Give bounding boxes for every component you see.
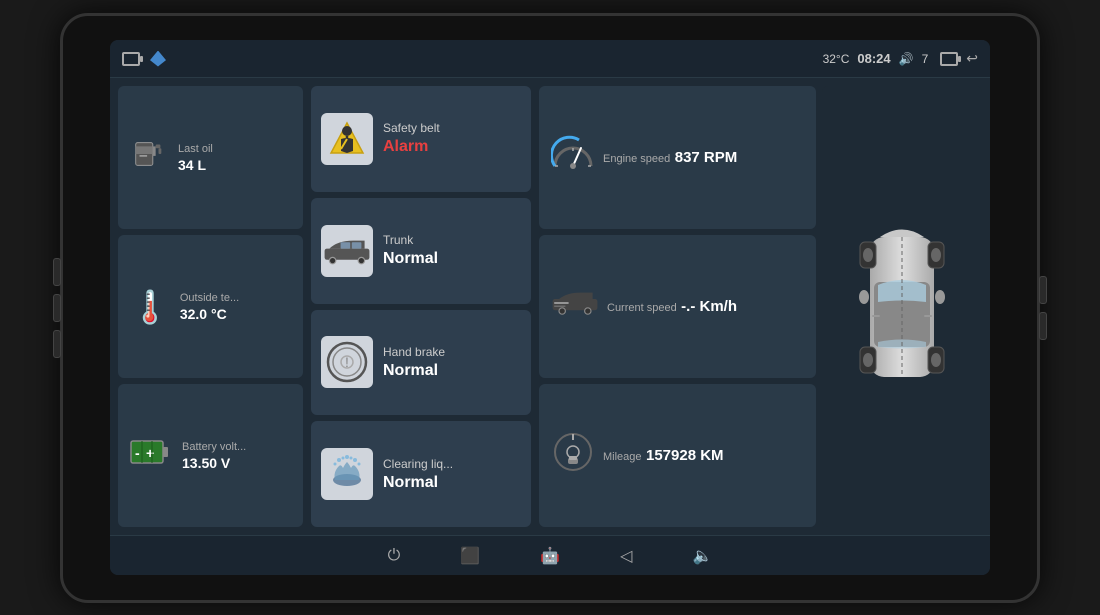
battery-icon: - + bbox=[130, 438, 172, 473]
hand-brake-icon-box: ! bbox=[321, 336, 373, 388]
battery-text: Battery volt... 13.50 V bbox=[182, 441, 246, 471]
last-oil-label: Last oil bbox=[178, 143, 213, 155]
hand-brake-tile: ! Hand brake Normal bbox=[311, 310, 531, 416]
last-oil-card: Last oil 34 L bbox=[118, 86, 303, 229]
current-speed-card: Current speed -.- Km/h bbox=[539, 235, 816, 378]
mileage-value: 157928 KM bbox=[646, 447, 724, 464]
trunk-label: Trunk bbox=[383, 233, 438, 247]
engine-speed-label: Engine speed bbox=[603, 153, 670, 165]
engine-speed-value: 837 RPM bbox=[675, 149, 738, 166]
current-speed-text: Current speed -.- Km/h bbox=[607, 298, 737, 316]
status-left bbox=[122, 51, 166, 67]
outside-temp-card: 🌡️ Outside te... 32.0 °C bbox=[118, 235, 303, 378]
car-top-view bbox=[822, 86, 982, 527]
engine-speed-text: Engine speed 837 RPM bbox=[603, 149, 737, 167]
current-speed-value: -.- Km/h bbox=[681, 298, 737, 315]
speedometer-icon bbox=[551, 132, 595, 183]
volume-icon: 🔊 bbox=[899, 52, 914, 66]
last-oil-value: 34 L bbox=[178, 157, 213, 173]
current-speed-label: Current speed bbox=[607, 302, 677, 314]
gauges-and-car: Engine speed 837 RPM bbox=[539, 86, 982, 527]
side-btn-1[interactable] bbox=[53, 258, 61, 286]
trunk-icon-box bbox=[321, 225, 373, 277]
mileage-card: Mileage 157928 KM bbox=[539, 384, 816, 527]
power-button[interactable]: ⏻ bbox=[388, 547, 401, 565]
safety-belt-tile: ! Safety belt Alarm bbox=[311, 86, 531, 192]
side-btn-2[interactable] bbox=[53, 294, 61, 322]
status-bar: 32°C 08:24 🔊 7 ↩ bbox=[110, 40, 990, 78]
safety-belt-text: Safety belt Alarm bbox=[383, 121, 440, 156]
svg-text:+: + bbox=[146, 445, 154, 461]
safety-belt-value: Alarm bbox=[383, 138, 440, 156]
hand-brake-label: Hand brake bbox=[383, 345, 445, 359]
right-column: Engine speed 837 RPM bbox=[539, 86, 982, 527]
clearing-liquid-tile: Clearing liq... Normal bbox=[311, 421, 531, 527]
clearing-liquid-label: Clearing liq... bbox=[383, 457, 453, 471]
volume-level: 7 bbox=[922, 52, 929, 66]
status-right: 32°C 08:24 🔊 7 ↩ bbox=[823, 50, 978, 67]
clearing-liquid-icon-box bbox=[321, 448, 373, 500]
middle-column: ! Safety belt Alarm bbox=[311, 86, 531, 527]
time-display: 08:24 bbox=[857, 51, 890, 66]
back-icon[interactable]: ↩ bbox=[966, 50, 978, 67]
mileage-text: Mileage 157928 KM bbox=[603, 447, 724, 465]
mileage-icon bbox=[551, 430, 595, 481]
outside-temp-value: 32.0 °C bbox=[180, 306, 239, 322]
screen-bezel: 32°C 08:24 🔊 7 ↩ bbox=[110, 40, 990, 575]
battery-card: - + Battery volt... 13.50 V bbox=[118, 384, 303, 527]
gauges-column: Engine speed 837 RPM bbox=[539, 86, 816, 527]
clearing-liquid-text: Clearing liq... Normal bbox=[383, 457, 453, 492]
home-button[interactable]: ⬛ bbox=[460, 546, 480, 566]
engine-speed-card: Engine speed 837 RPM bbox=[539, 86, 816, 229]
hand-brake-value: Normal bbox=[383, 362, 445, 380]
side-btn-3[interactable] bbox=[53, 330, 61, 358]
outside-temp-label: Outside te... bbox=[180, 292, 239, 304]
main-content: Last oil 34 L 🌡️ Outside te... 32.0 °C bbox=[110, 78, 990, 535]
battery-status-icon bbox=[940, 52, 958, 66]
trunk-value: Normal bbox=[383, 250, 438, 268]
left-column: Last oil 34 L 🌡️ Outside te... 32.0 °C bbox=[118, 86, 303, 527]
temperature-display: 32°C bbox=[823, 52, 850, 66]
trunk-tile: Trunk Normal bbox=[311, 198, 531, 304]
battery-value: 13.50 V bbox=[182, 455, 246, 471]
side-buttons-right bbox=[1039, 276, 1047, 340]
safety-belt-label: Safety belt bbox=[383, 121, 440, 135]
bottom-navigation: ⏻ ⬛ 🤖 ◁ 🔈 bbox=[110, 535, 990, 575]
android-button[interactable]: 🤖 bbox=[540, 546, 560, 566]
side-buttons-left bbox=[53, 258, 61, 358]
side-btn-r1[interactable] bbox=[1039, 276, 1047, 304]
volume-down-button[interactable]: 🔈 bbox=[692, 546, 712, 566]
thermometer-icon: 🌡️ bbox=[130, 288, 170, 326]
hand-brake-text: Hand brake Normal bbox=[383, 345, 445, 380]
back-button[interactable]: ◁ bbox=[620, 546, 632, 566]
battery-label: Battery volt... bbox=[182, 441, 246, 453]
fuel-icon bbox=[130, 135, 168, 180]
nav-icon bbox=[150, 51, 166, 67]
safety-belt-icon-box: ! bbox=[321, 113, 373, 165]
side-btn-r2[interactable] bbox=[1039, 312, 1047, 340]
trunk-text: Trunk Normal bbox=[383, 233, 438, 268]
window-icon bbox=[122, 52, 140, 66]
svg-text:!: ! bbox=[345, 354, 349, 370]
mileage-label: Mileage bbox=[603, 451, 642, 463]
device-outer: 32°C 08:24 🔊 7 ↩ bbox=[60, 13, 1040, 603]
svg-text:-: - bbox=[135, 445, 140, 461]
outside-temp-text: Outside te... 32.0 °C bbox=[180, 292, 239, 322]
last-oil-text: Last oil 34 L bbox=[178, 143, 213, 173]
speed-icon bbox=[551, 289, 599, 324]
clearing-liquid-value: Normal bbox=[383, 474, 453, 492]
